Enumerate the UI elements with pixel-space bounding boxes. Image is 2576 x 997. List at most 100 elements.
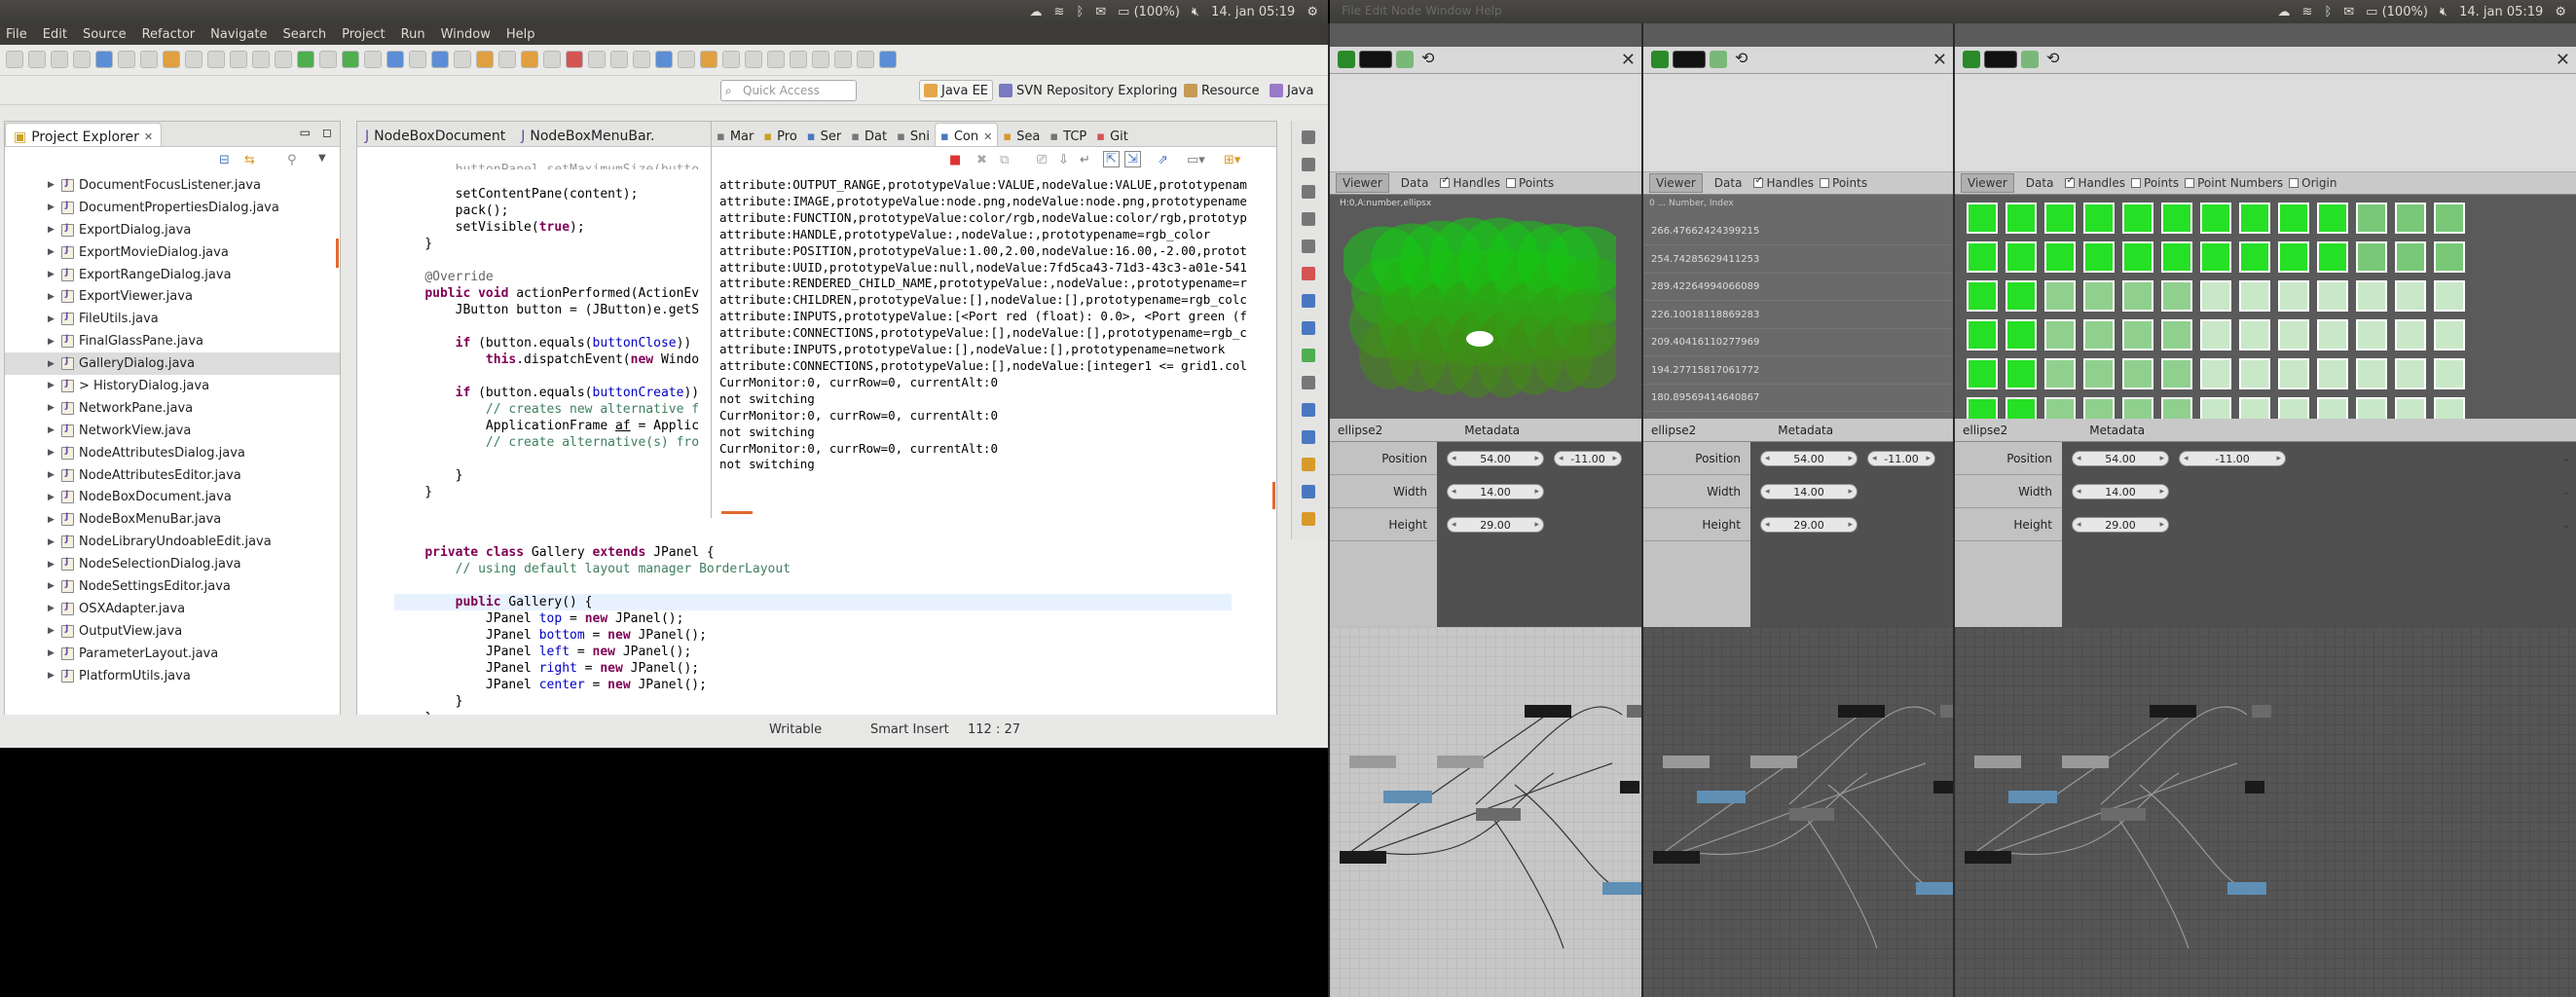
tree-item[interactable]: ▶ ExportViewer.java: [5, 285, 340, 308]
toolbar-button-icon[interactable]: [252, 51, 270, 68]
toolbar-button-icon[interactable]: [767, 51, 785, 68]
display-console-icon[interactable]: ▭▾: [1187, 153, 1205, 167]
tab-viewer[interactable]: Viewer: [1649, 173, 1703, 193]
number-field[interactable]: 29.00: [2072, 517, 2169, 533]
tab-data[interactable]: Data: [2020, 174, 2060, 192]
points-checkbox[interactable]: Points: [2131, 176, 2179, 190]
console-output[interactable]: attribute:OUTPUT_RANGE,prototypeValue:VA…: [719, 177, 1270, 489]
mail-icon[interactable]: ✉: [2343, 5, 2354, 19]
remove-launch-icon[interactable]: ✖: [976, 153, 987, 167]
expand-arrow-icon[interactable]: ▶: [48, 560, 55, 570]
metadata-tab[interactable]: Metadata: [1402, 424, 1520, 437]
expand-arrow-icon[interactable]: ▶: [48, 425, 55, 435]
points-checkbox[interactable]: Points: [1820, 176, 1867, 190]
lock-icon[interactable]: [1651, 51, 1669, 68]
number-field-x[interactable]: 54.00: [2072, 451, 2169, 466]
menu-project[interactable]: Project: [342, 27, 385, 42]
tree-item[interactable]: ▶ ExportMovieDialog.java: [5, 241, 340, 264]
network-node[interactable]: [1476, 808, 1521, 821]
toolbar-button-icon[interactable]: [722, 51, 740, 68]
data-row[interactable]: 209.40416110277969: [1643, 329, 1953, 356]
bluetooth-icon[interactable]: ᛒ: [1076, 5, 1084, 19]
number-field-y[interactable]: -11.00: [2179, 451, 2286, 466]
handles-checkbox[interactable]: Handles: [1753, 175, 1814, 190]
toolbar-button-icon[interactable]: [6, 51, 23, 68]
expand-arrow-icon[interactable]: ▶: [48, 203, 55, 212]
close-icon[interactable]: ✕: [983, 130, 992, 143]
perspective-java-ee[interactable]: Java EE: [919, 80, 994, 101]
expand-arrow-icon[interactable]: ▶: [48, 671, 55, 681]
battery-indicator[interactable]: ▭ (100%): [2366, 5, 2428, 19]
tab-project-explorer[interactable]: ▣ Project Explorer ✕: [5, 123, 163, 146]
data-row[interactable]: 194.27715817061772: [1643, 357, 1953, 385]
number-field[interactable]: 29.00: [1447, 517, 1544, 533]
toolbar-button-icon[interactable]: [275, 51, 292, 68]
console-tab[interactable]: ▪ Dat: [846, 123, 892, 146]
perspective-resource[interactable]: Resource: [1180, 80, 1264, 101]
expand-arrow-icon[interactable]: ▶: [48, 648, 55, 658]
viewer-toggle-icon[interactable]: [1673, 51, 1706, 68]
mail-icon[interactable]: ✉: [1095, 5, 1106, 19]
toolbar-button-icon[interactable]: [454, 51, 471, 68]
network-node[interactable]: [1789, 808, 1834, 821]
network-node[interactable]: [1620, 781, 1639, 794]
trim-view-icon[interactable]: [1302, 294, 1315, 308]
network-node[interactable]: [1349, 756, 1396, 768]
tree-item[interactable]: ▶ DocumentPropertiesDialog.java: [5, 197, 340, 219]
network-node[interactable]: [1602, 882, 1641, 895]
toolbar-button-icon[interactable]: [745, 51, 762, 68]
viewer-canvas[interactable]: [1955, 195, 2576, 419]
toolbar-button-icon[interactable]: [207, 51, 225, 68]
quick-access-input[interactable]: ⌕ Quick Access: [720, 80, 857, 101]
tree-item[interactable]: ▶ FileUtils.java: [5, 308, 340, 330]
expand-arrow-icon[interactable]: ▶: [48, 537, 55, 547]
network-canvas[interactable]: [1330, 627, 1641, 997]
menu-source[interactable]: Source: [83, 27, 127, 42]
toolbar-button-icon[interactable]: [95, 51, 113, 68]
toolbar-button-icon[interactable]: [543, 51, 561, 68]
close-icon[interactable]: ✕: [1932, 50, 1947, 70]
trim-view-icon[interactable]: [1302, 267, 1315, 280]
toolbar-button-icon[interactable]: [655, 51, 673, 68]
console-tab[interactable]: ▪ Pro: [758, 123, 801, 146]
volume-icon[interactable]: 🔇︎: [1192, 5, 1199, 19]
tree-item[interactable]: ▶ NodeBoxMenuBar.java: [5, 508, 340, 531]
wifi-icon[interactable]: ≋: [1054, 5, 1065, 19]
expand-arrow-icon[interactable]: ▶: [48, 470, 55, 480]
tree-item[interactable]: ▶ NodeLibraryUndoableEdit.java: [5, 531, 340, 553]
viewer-canvas[interactable]: 0 ... Number, Index 266.47662424399215 254…: [1643, 195, 1953, 419]
maximize-icon[interactable]: ◻: [322, 126, 332, 139]
minimize-icon[interactable]: ▭: [300, 126, 311, 139]
network-node[interactable]: [1437, 756, 1484, 768]
expand-arrow-icon[interactable]: ▶: [48, 247, 55, 257]
viewer-canvas[interactable]: H:0,A:number,ellipsx: [1330, 195, 1641, 419]
link-editor-icon[interactable]: ⇆: [244, 153, 255, 167]
toolbar-button-icon[interactable]: [834, 51, 852, 68]
expand-arrow-icon[interactable]: ▶: [48, 225, 55, 235]
data-row[interactable]: 180.89569414640867: [1643, 385, 1953, 412]
data-row[interactable]: 226.10018118869283: [1643, 302, 1953, 329]
toolbar-button-icon[interactable]: [678, 51, 695, 68]
viewer-toggle-icon[interactable]: [1359, 51, 1392, 68]
toolbar-button-icon[interactable]: [879, 51, 897, 68]
network-node[interactable]: [1965, 851, 2011, 864]
trim-view-icon[interactable]: [1302, 458, 1315, 471]
expand-arrow-icon[interactable]: ▶: [48, 314, 55, 324]
network-node[interactable]: [1750, 756, 1797, 768]
expand-arrow-icon[interactable]: ▶: [48, 337, 55, 347]
network-icon[interactable]: [2021, 51, 2039, 68]
menu-help[interactable]: Help: [506, 27, 535, 42]
network-node[interactable]: [2252, 705, 2271, 718]
toolbar-button-icon[interactable]: [790, 51, 807, 68]
viewer-toggle-icon[interactable]: [1984, 51, 2017, 68]
terminate-icon[interactable]: ■: [949, 153, 961, 167]
close-icon[interactable]: ✕: [144, 130, 153, 143]
port-menu-icon[interactable]: ⌄: [2562, 520, 2570, 531]
battery-indicator[interactable]: ▭ (100%): [1118, 5, 1180, 19]
console-tab[interactable]: ▪ Sea: [998, 123, 1045, 146]
trim-view-icon[interactable]: [1302, 403, 1315, 417]
expand-arrow-icon[interactable]: ▶: [48, 493, 55, 502]
tree-item[interactable]: ▶ OutputView.java: [5, 620, 340, 643]
close-icon[interactable]: ✕: [2556, 50, 2570, 70]
clear-console-icon[interactable]: ⎚: [1037, 153, 1047, 167]
